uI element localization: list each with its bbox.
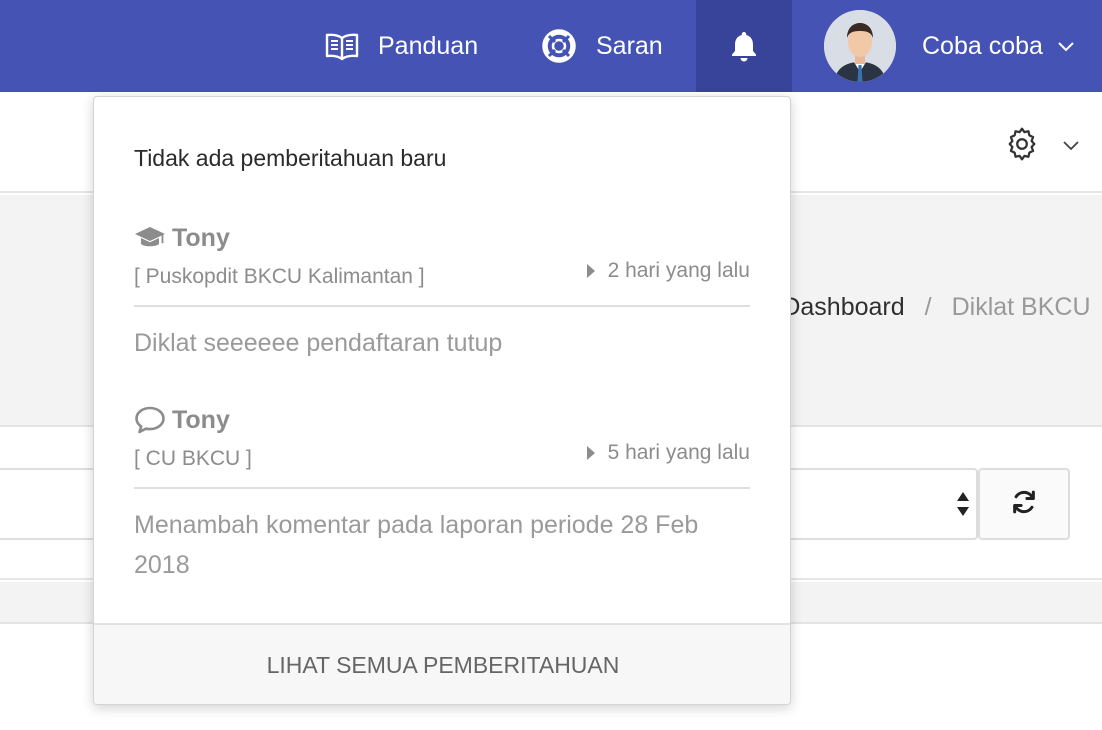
notification-org: [ Puskopdit BKCU Kalimantan ] (134, 265, 425, 288)
graduation-cap-icon (134, 222, 166, 254)
comment-icon (134, 404, 166, 436)
select-sort-arrows-icon[interactable] (954, 490, 972, 523)
user-name: Coba coba (922, 31, 1043, 60)
see-all-notifications-button[interactable]: LIHAT SEMUA PEMBERITAHUAN (94, 623, 790, 704)
settings-menu[interactable] (1004, 126, 1080, 167)
caret-right-icon (586, 264, 595, 278)
notification-sender: Tony (172, 223, 230, 252)
life-ring-icon (542, 29, 576, 63)
dropdown-title: Tidak ada pemberitahuan baru (134, 145, 447, 171)
feedback-nav-item[interactable]: Saran (542, 0, 663, 92)
notification-time-text: 2 hari yang lalu (607, 259, 750, 282)
notification-message: Menambah komentar pada laporan periode 2… (134, 511, 699, 579)
notification-time: 5 hari yang lalu (586, 441, 750, 465)
breadcrumb-home-link[interactable]: Dashboard (782, 293, 904, 322)
breadcrumb-separator: / (924, 293, 932, 321)
notification-item[interactable]: Tony [ Puskopdit BKCU Kalimantan ] 2 har… (134, 221, 750, 363)
notification-sender: Tony (172, 405, 230, 434)
notifications-dropdown: Tidak ada pemberitahuan baru Tony [ Pusk… (93, 96, 791, 705)
refresh-icon (1010, 488, 1038, 521)
chevron-down-icon (1062, 138, 1080, 156)
guide-label: Panduan (378, 31, 479, 60)
breadcrumb: - Dashboard / Diklat BKCU (770, 293, 1091, 322)
refresh-button[interactable] (978, 468, 1070, 540)
avatar (824, 10, 896, 82)
top-navbar: Panduan Saran Coba coba (0, 0, 1102, 92)
guide-nav-item[interactable]: Panduan (324, 0, 478, 92)
notification-item[interactable]: Tony [ CU BKCU ] 5 hari yang lalu Menamb… (134, 403, 750, 585)
open-book-icon (324, 31, 360, 61)
user-menu[interactable]: Coba coba (824, 0, 1075, 92)
caret-right-icon (586, 446, 595, 460)
bell-icon (727, 29, 761, 63)
feedback-label: Saran (596, 31, 663, 60)
breadcrumb-current: Diklat BKCU (951, 293, 1091, 321)
notification-org: [ CU BKCU ] (134, 447, 252, 470)
notifications-button[interactable] (696, 0, 792, 92)
notification-message: Diklat seeeeee pendaftaran tutup (134, 329, 503, 357)
notification-time-text: 5 hari yang lalu (607, 441, 750, 464)
notification-time: 2 hari yang lalu (586, 259, 750, 283)
gear-icon (1004, 126, 1040, 167)
chevron-down-icon (1057, 40, 1075, 52)
